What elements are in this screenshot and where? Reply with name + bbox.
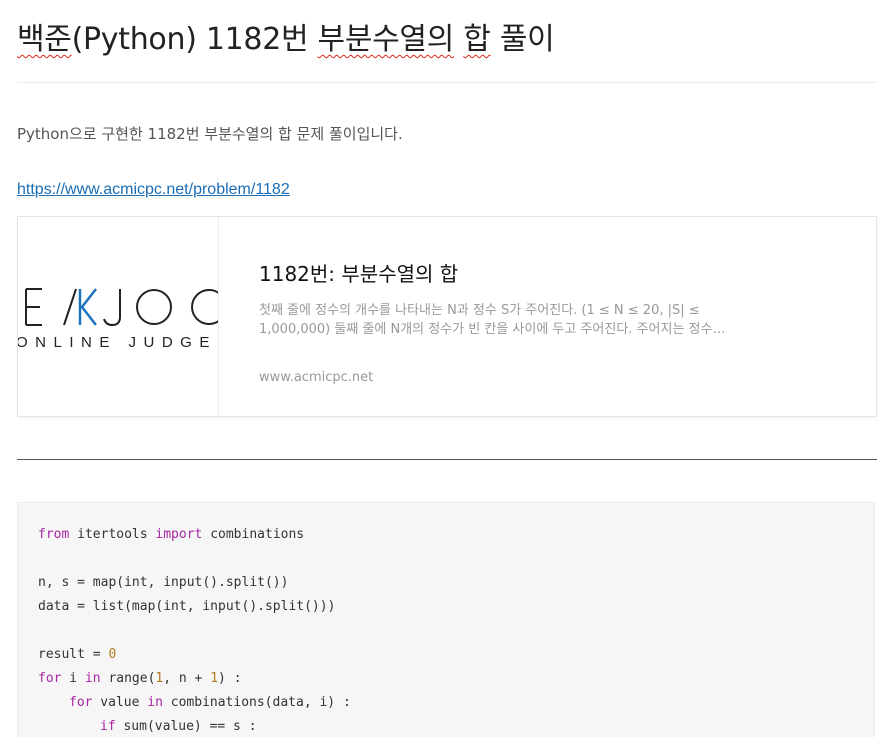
title-space bbox=[454, 22, 463, 57]
card-title: 1182번: 부분수열의 합 bbox=[259, 262, 459, 286]
card-thumbnail: ONLINE JUDGE bbox=[18, 217, 219, 416]
code-keyword: for bbox=[69, 695, 93, 710]
code-text: value bbox=[92, 695, 148, 710]
title-divider bbox=[17, 82, 877, 83]
logo-subtitle: ONLINE JUDGE bbox=[18, 334, 217, 351]
problem-link[interactable]: https://www.acmicpc.net/problem/1182 bbox=[17, 181, 290, 199]
code-line-if: if sum(value) == s : bbox=[100, 718, 257, 736]
title-word-baekjoon: 백준 bbox=[17, 22, 72, 57]
code-line-result: result = 0 bbox=[38, 646, 116, 664]
section-divider bbox=[17, 459, 877, 460]
code-text: sum(value) == s : bbox=[115, 719, 257, 734]
code-line-import: from itertools import combinations bbox=[38, 526, 304, 544]
code-keyword: in bbox=[147, 695, 163, 710]
code-keyword: for bbox=[38, 671, 62, 686]
code-line-data: data = list(map(int, input().split())) bbox=[38, 599, 336, 614]
baekjoon-logo-icon bbox=[25, 288, 218, 327]
title-word-sum: 합 bbox=[463, 22, 491, 57]
code-text: range( bbox=[100, 671, 156, 686]
link-preview-card[interactable]: ONLINE JUDGE 1182번: 부분수열의 합 첫째 줄에 정수의 개수… bbox=[17, 216, 877, 417]
code-line-for-outer: for i in range(1, n + 1) : bbox=[38, 670, 242, 688]
code-text: combinations bbox=[202, 527, 305, 542]
code-line-input: n, s = map(int, input().split()) bbox=[38, 575, 289, 590]
card-host: www.acmicpc.net bbox=[259, 370, 374, 385]
intro-text: Python으로 구현한 1182번 부분수열의 합 문제 풀이입니다. bbox=[17, 125, 403, 143]
code-text: , n + bbox=[163, 671, 211, 686]
code-number: 0 bbox=[108, 647, 117, 662]
code-text: combinations(data, i) : bbox=[162, 695, 351, 710]
title-segment: (Python) 1182번 bbox=[71, 22, 318, 57]
code-number: 1 bbox=[210, 671, 219, 686]
title-word-subsequence: 부분수열의 bbox=[317, 22, 455, 57]
blog-post: 백준(Python) 1182번 부분수열의 합 풀이 Python으로 구현한… bbox=[0, 0, 890, 737]
code-block: from itertools import combinations n, s … bbox=[17, 502, 875, 737]
code-text: i bbox=[61, 671, 85, 686]
code-text: itertools bbox=[69, 527, 156, 542]
title-segment-solution: 풀이 bbox=[490, 22, 555, 57]
code-line-for-inner: for value in combinations(data, i) : bbox=[69, 694, 351, 712]
code-keyword: import bbox=[155, 527, 203, 542]
code-text: ) : bbox=[218, 671, 242, 686]
code-keyword: if bbox=[100, 719, 116, 734]
code-text: result = bbox=[38, 647, 109, 662]
code-keyword: in bbox=[84, 671, 101, 686]
code-keyword: from bbox=[38, 527, 70, 542]
page-title: 백준(Python) 1182번 부분수열의 합 풀이 bbox=[17, 14, 555, 58]
card-description: 첫째 줄에 정수의 개수를 나타내는 N과 정수 S가 주어진다. (1 ≤ N… bbox=[259, 303, 725, 337]
